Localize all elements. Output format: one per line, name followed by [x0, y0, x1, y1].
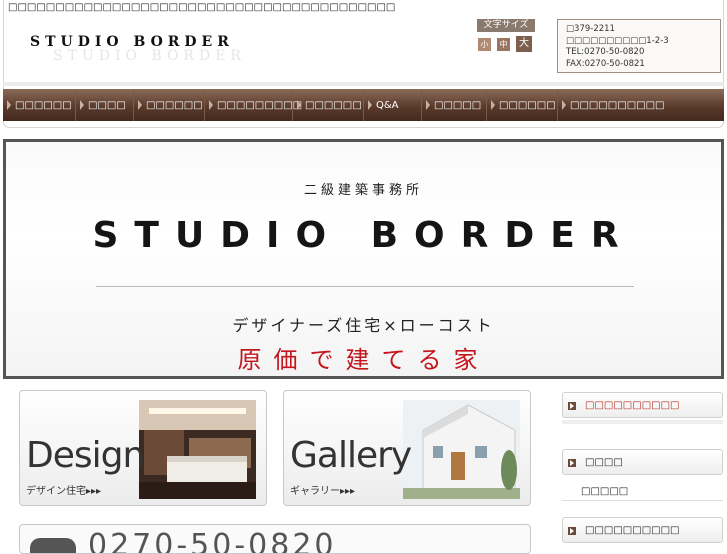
font-size-medium-button[interactable]: 中: [497, 38, 510, 51]
sidebar-arrow-icon: [568, 527, 576, 535]
address: □□□□□□□□□□1-2-3: [566, 35, 669, 46]
header-tagline: □□□□□□□□□□□□□□□□□□□□□□□□□□□□□□□□□□□□□□□□…: [8, 2, 396, 13]
phone-icon: [30, 538, 76, 553]
font-size-small-button[interactable]: 小: [478, 38, 491, 51]
nav-item-8[interactable]: □□□□□□: [487, 89, 558, 121]
design-card-title: Design: [26, 435, 145, 476]
sidebar-heading-2: □□□□: [562, 449, 723, 475]
design-card-link: デザイン住宅▸▸▸: [26, 486, 102, 497]
nav-arrow-icon: [426, 100, 430, 110]
main-nav: □□□□□□ □□□□ □□□□□□ □□□□□□□□□ □□□□□□ Q&A …: [3, 89, 724, 121]
gallery-card-link: ギャラリー▸▸▸: [290, 486, 356, 497]
logo-reflection: STUDIO BORDER: [53, 48, 246, 64]
house-photo: [403, 400, 520, 499]
nav-arrow-icon: [562, 100, 566, 110]
nav-item-4[interactable]: □□□□□□□□□: [205, 89, 302, 121]
sidebar-divider: [562, 500, 723, 501]
phone-banner[interactable]: 0270-50-0820: [19, 524, 531, 554]
font-size-label: 文字サイズ: [477, 19, 535, 32]
sidebar-divider: [562, 420, 723, 424]
sidebar-heading-3[interactable]: □□□□□□□□□□: [562, 517, 723, 543]
nav-arrow-icon: [209, 100, 213, 110]
postal-code: □379-2211: [566, 24, 615, 34]
nav-arrow-icon: [297, 100, 301, 110]
sidebar-link-1[interactable]: □□□□□□□□□□: [562, 392, 723, 418]
phone-number: 0270-50-0820: [88, 528, 337, 554]
sidebar-arrow-icon: [568, 459, 576, 467]
nav-arrow-icon: [80, 100, 84, 110]
fax-number: FAX:0270-50-0821: [566, 58, 645, 69]
banner-slogan: デザイナーズ住宅×ローコスト: [232, 316, 495, 335]
banner-divider: [96, 286, 634, 287]
nav-arrow-icon: [491, 100, 495, 110]
font-size-large-button[interactable]: 大: [516, 36, 532, 52]
sidebar-sub-link[interactable]: □□□□□: [581, 486, 628, 497]
sidebar-arrow-icon: [568, 402, 576, 410]
nav-arrow-icon: [368, 100, 372, 110]
hero-banner: 二級建築事務所 STUDIO BORDER デザイナーズ住宅×ローコスト 原価で…: [3, 139, 724, 379]
bedroom-photo: [139, 400, 256, 499]
banner-title: STUDIO BORDER: [92, 215, 635, 256]
nav-arrow-icon: [138, 100, 142, 110]
nav-item-2[interactable]: □□□□: [76, 89, 134, 121]
nav-item-1[interactable]: □□□□□□: [3, 89, 76, 121]
nav-item-qa[interactable]: Q&A: [364, 89, 422, 121]
nav-arrow-icon: [7, 100, 11, 110]
gallery-card[interactable]: Gallery ギャラリー▸▸▸: [283, 390, 531, 506]
contact-box: □379-2211 □□□□□□□□□□1-2-3 TEL:0270-50-08…: [557, 19, 721, 73]
gallery-card-title: Gallery: [290, 435, 412, 476]
nav-item-9[interactable]: □□□□□□□□□□: [558, 89, 724, 121]
banner-subtitle: 二級建築事務所: [303, 183, 423, 198]
banner-red-tagline: 原価で建てる家: [237, 346, 490, 374]
header-divider: [3, 82, 724, 86]
nav-item-7[interactable]: □□□□□: [422, 89, 487, 121]
nav-item-5[interactable]: □□□□□□: [293, 89, 364, 121]
tel-number: TEL:0270-50-0820: [566, 47, 645, 57]
design-card[interactable]: Design デザイン住宅▸▸▸: [19, 390, 267, 506]
nav-item-3[interactable]: □□□□□□: [134, 89, 205, 121]
